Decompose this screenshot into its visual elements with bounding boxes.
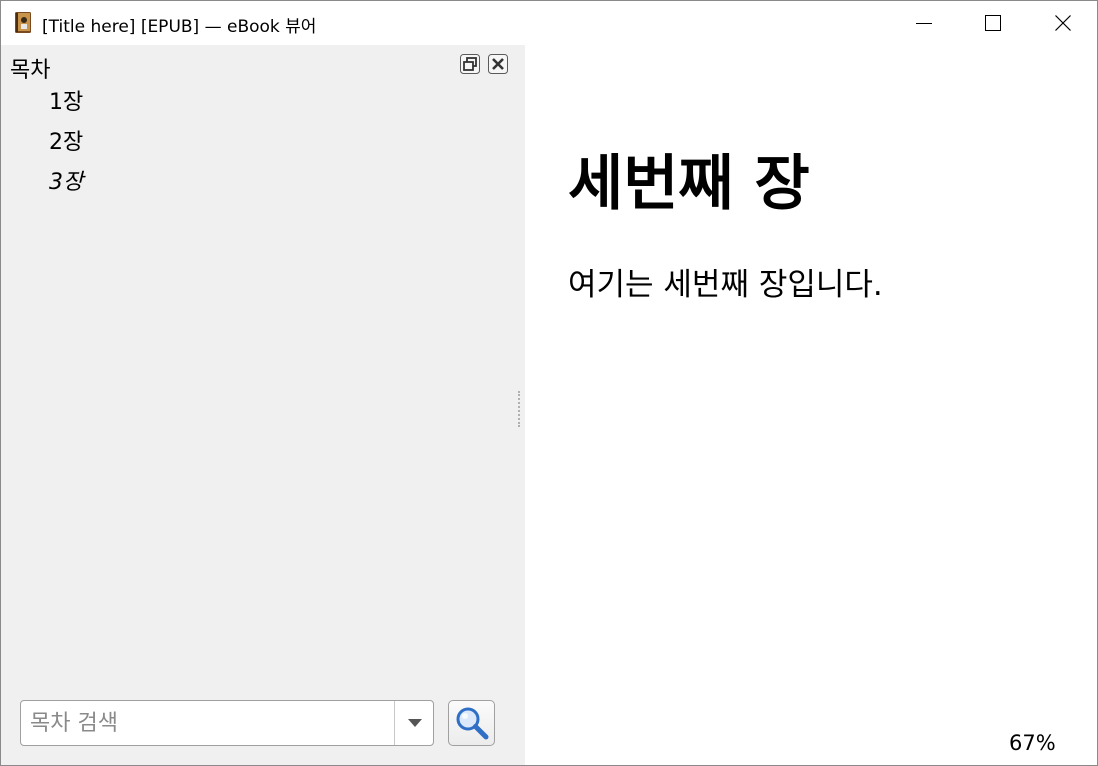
toc-item-chapter-3[interactable]: 3장 <box>1 165 511 205</box>
maximize-button[interactable] <box>958 1 1028 45</box>
chevron-down-icon <box>407 719 422 727</box>
minimize-button[interactable] <box>889 1 959 45</box>
toc-item-chapter-2[interactable]: 2장 <box>1 125 511 165</box>
magnifier-icon <box>456 707 488 740</box>
toc-dock: 목차 1장 2장 3장 <box>1 45 525 765</box>
ebook-viewer-icon <box>15 12 31 33</box>
close-icon <box>1055 15 1071 31</box>
ebook-viewer-window: [Title here] [EPUB] — eBook 뷰어 목차 1장 2장 … <box>0 0 1098 766</box>
undock-icon[interactable] <box>460 54 480 74</box>
chapter-title: 세번째 장 <box>568 149 810 219</box>
toc-list: 1장 2장 3장 <box>1 85 511 205</box>
toc-search-input[interactable] <box>21 701 393 745</box>
toc-item-label: 3장 <box>49 170 84 195</box>
toc-search-button[interactable] <box>448 700 495 746</box>
book-content: 세번째 장 여기는 세번째 장입니다. 67% <box>525 45 1097 765</box>
toc-item-label: 2장 <box>49 130 84 155</box>
title-bar[interactable]: [Title here] [EPUB] — eBook 뷰어 <box>1 1 1097 45</box>
maximize-icon <box>985 15 1001 31</box>
toc-item-label: 1장 <box>49 90 84 115</box>
toc-item-chapter-1[interactable]: 1장 <box>1 85 511 125</box>
splitter-handle[interactable] <box>518 391 523 427</box>
toc-dock-title: 목차 <box>10 58 51 83</box>
window-title: [Title here] [EPUB] — eBook 뷰어 <box>42 17 317 37</box>
dock-close-icon[interactable] <box>488 54 508 74</box>
toc-search-combobox[interactable] <box>20 700 434 746</box>
reading-progress: 67% <box>1009 731 1056 755</box>
chapter-body-text: 여기는 세번째 장입니다. <box>568 267 883 303</box>
close-window-button[interactable] <box>1028 1 1098 45</box>
minimize-icon <box>916 23 932 24</box>
search-history-dropdown[interactable] <box>394 701 434 745</box>
